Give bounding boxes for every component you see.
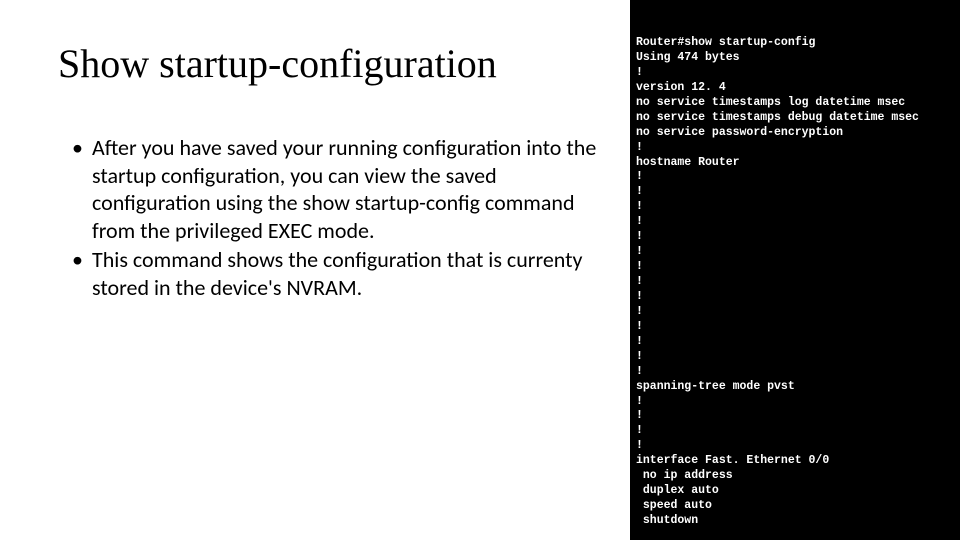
terminal-line: no ip address [636,469,733,482]
terminal-output: Router#show startup-config Using 474 byt… [630,0,960,540]
terminal-line: ! [636,245,643,258]
terminal-line: ! [636,439,643,452]
terminal-line: spanning-tree mode pvst [636,380,795,393]
terminal-line: ! [636,141,643,154]
terminal-line: ! [636,260,643,273]
terminal-line: ! [636,185,643,198]
terminal-line: ! [636,275,643,288]
terminal-line: ! [636,365,643,378]
terminal-line: speed auto [636,499,712,512]
list-item: After you have saved your running config… [68,134,610,244]
terminal-line: ! [636,350,643,363]
terminal-line: ! [636,66,643,79]
terminal-line: ! [636,305,643,318]
terminal-line: Router#show startup-config [636,36,815,49]
terminal-line: ! [636,230,643,243]
terminal-line: hostname Router [636,156,740,169]
terminal-line: no service timestamps log datetime msec [636,96,905,109]
terminal-line: ! [636,290,643,303]
terminal-line: no service password-encryption [636,126,843,139]
terminal-line: ! [636,335,643,348]
terminal-line: ! [636,395,643,408]
terminal-line: ! [636,409,643,422]
terminal-line: version 12. 4 [636,81,726,94]
slide-title: Show startup-configuration [58,42,610,86]
slide-content: Show startup-configuration After you hav… [0,0,630,540]
bullet-list: After you have saved your running config… [58,134,610,301]
terminal-line: ! [636,320,643,333]
terminal-line: shutdown [636,514,698,527]
terminal-line: Using 474 bytes [636,51,740,64]
terminal-line: ! [636,170,643,183]
terminal-line: ! [636,424,643,437]
terminal-line: ! [636,215,643,228]
terminal-line: no service timestamps debug datetime mse… [636,111,919,124]
terminal-line: interface Fast. Ethernet 0/0 [636,454,829,467]
terminal-line: ! [636,200,643,213]
list-item: This command shows the configuration tha… [68,246,610,301]
terminal-line: duplex auto [636,484,719,497]
